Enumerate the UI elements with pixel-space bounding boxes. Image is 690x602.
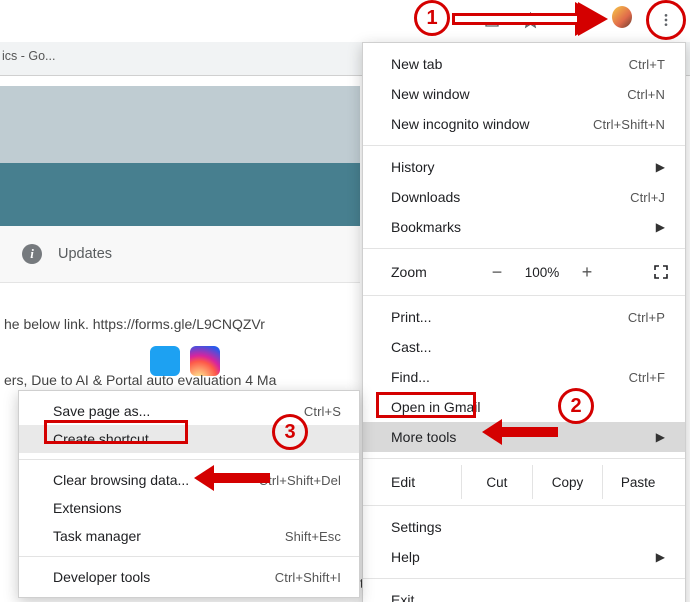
submenu-devtools[interactable]: Developer toolsCtrl+Shift+I bbox=[19, 563, 359, 591]
submenu-create-shortcut[interactable]: Create shortcut... bbox=[19, 425, 359, 453]
submenu-task-manager[interactable]: Task managerShift+Esc bbox=[19, 522, 359, 550]
menu-item-print[interactable]: Print...Ctrl+P bbox=[363, 302, 685, 332]
menu-item-new-tab[interactable]: New tabCtrl+T bbox=[363, 49, 685, 79]
kebab-menu-icon[interactable] bbox=[656, 10, 676, 30]
zoom-out-button[interactable]: − bbox=[481, 262, 513, 283]
content-snippet: he below link. https://forms.gle/L9CNQZV… bbox=[0, 316, 360, 332]
menu-item-find[interactable]: Find...Ctrl+F bbox=[363, 362, 685, 392]
zoom-in-button[interactable]: + bbox=[571, 262, 603, 283]
info-icon: i bbox=[22, 244, 42, 264]
menu-edit-row: Edit Cut Copy Paste bbox=[363, 465, 685, 499]
share-icon[interactable] bbox=[482, 10, 502, 30]
zoom-label: Zoom bbox=[391, 264, 481, 280]
menu-item-history[interactable]: History▶ bbox=[363, 152, 685, 182]
more-tools-submenu: Save page as...Ctrl+S Create shortcut...… bbox=[18, 390, 360, 598]
menu-item-exit[interactable]: Exit bbox=[363, 585, 685, 602]
extensions-icon[interactable] bbox=[577, 10, 597, 30]
cut-button[interactable]: Cut bbox=[461, 465, 532, 499]
submenu-save-page[interactable]: Save page as...Ctrl+S bbox=[19, 397, 359, 425]
menu-item-settings[interactable]: Settings bbox=[363, 512, 685, 542]
menu-item-incognito[interactable]: New incognito windowCtrl+Shift+N bbox=[363, 109, 685, 139]
menu-item-help[interactable]: Help▶ bbox=[363, 542, 685, 572]
submenu-clear-data[interactable]: Clear browsing data...Ctrl+Shift+Del bbox=[19, 466, 359, 494]
submenu-extensions[interactable]: Extensions bbox=[19, 494, 359, 522]
paste-button[interactable]: Paste bbox=[602, 465, 673, 499]
updates-heading: Updates bbox=[58, 246, 112, 262]
fullscreen-icon[interactable] bbox=[653, 264, 669, 280]
menu-item-new-window[interactable]: New windowCtrl+N bbox=[363, 79, 685, 109]
menu-item-open-gmail[interactable]: Open in Gmail bbox=[363, 392, 685, 422]
page-hero-image bbox=[0, 86, 360, 226]
menu-zoom-row: Zoom − 100% + bbox=[363, 255, 685, 289]
edit-label: Edit bbox=[391, 474, 461, 490]
menu-item-bookmarks[interactable]: Bookmarks▶ bbox=[363, 212, 685, 242]
tab-title: ics - Go... bbox=[2, 49, 55, 63]
content-snippet: ers, Due to AI & Portal auto evaluation … bbox=[0, 372, 360, 388]
browser-toolbar bbox=[0, 4, 690, 38]
menu-item-cast[interactable]: Cast... bbox=[363, 332, 685, 362]
updates-card: i Updates bbox=[0, 226, 360, 283]
zoom-value: 100% bbox=[513, 265, 571, 280]
menu-item-downloads[interactable]: DownloadsCtrl+J bbox=[363, 182, 685, 212]
chrome-main-menu: New tabCtrl+T New windowCtrl+N New incog… bbox=[362, 42, 686, 602]
profile-avatar[interactable] bbox=[612, 7, 632, 27]
copy-button[interactable]: Copy bbox=[532, 465, 603, 499]
menu-item-more-tools[interactable]: More tools▶ bbox=[363, 422, 685, 452]
star-icon[interactable] bbox=[520, 10, 540, 30]
